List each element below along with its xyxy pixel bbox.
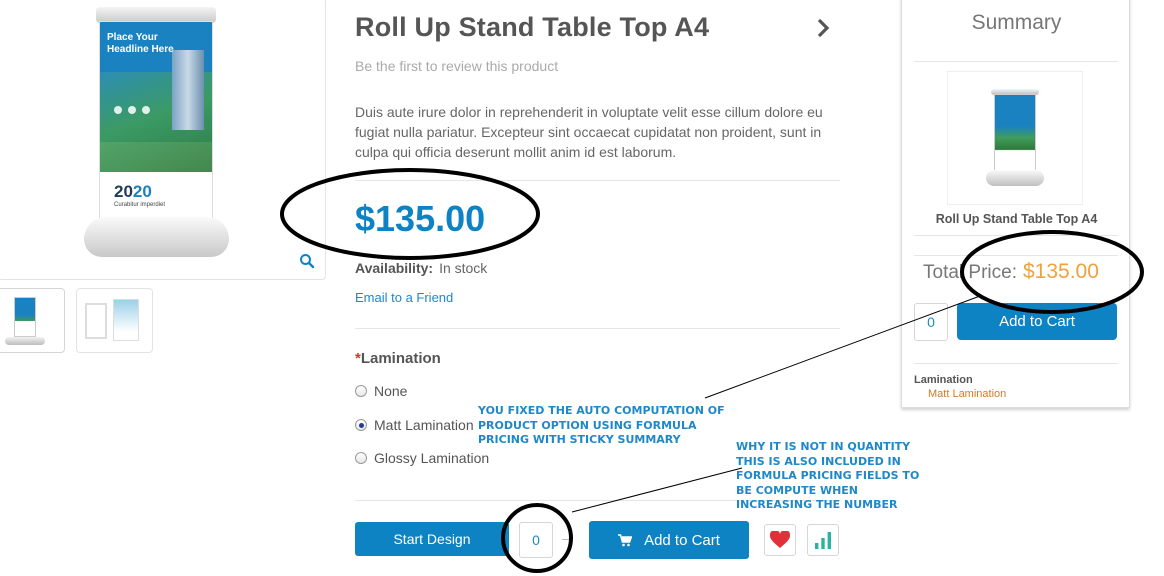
lamination-option-none[interactable]: None — [355, 383, 407, 399]
review-link[interactable]: Be the first to review this product — [355, 58, 558, 74]
lamination-title: *Lamination — [355, 350, 441, 367]
availability: Availability: In stock — [355, 260, 487, 276]
annotation-pointer-line — [571, 467, 743, 513]
annotation-note-1: YOU FIXED THE AUTO COMPUTATION OF PRODUC… — [478, 404, 725, 446]
summary-product-image — [947, 71, 1083, 205]
thumbnail-1[interactable] — [0, 288, 65, 353]
lamination-option-glossy[interactable]: Glossy Lamination — [355, 450, 489, 466]
annotation-note-2: WHY IT IS NOT IN QUANTITY THIS IS ALSO I… — [736, 440, 920, 511]
banner-base — [84, 217, 229, 257]
banner-body: Place Your Headline Here 2020 Curabitur … — [99, 21, 213, 231]
divider — [914, 363, 1118, 364]
product-price: $135.00 — [355, 198, 486, 239]
bar-chart-icon — [815, 532, 831, 549]
summary-option-label: Lamination — [914, 374, 973, 386]
zoom-icon[interactable] — [299, 253, 315, 269]
start-design-button[interactable]: Start Design — [355, 522, 509, 556]
banner-headline: Place Your Headline Here — [107, 32, 174, 55]
summary-quantity-input[interactable]: 0 — [914, 303, 948, 341]
lamination-option-matt[interactable]: Matt Lamination — [355, 417, 474, 433]
summary-add-to-cart-button[interactable]: Add to Cart — [957, 303, 1117, 340]
cart-icon — [618, 533, 633, 546]
summary-total-value: $135.00 — [1022, 260, 1099, 283]
radio-button[interactable] — [355, 385, 367, 397]
summary-title: Summary — [971, 11, 1062, 34]
add-to-cart-button[interactable]: Add to Cart — [589, 521, 749, 559]
summary-option-value: Matt Lamination — [928, 388, 1007, 400]
compare-button[interactable] — [807, 524, 839, 556]
product-description: Duis aute irure dolor in reprehenderit i… — [355, 104, 823, 160]
divider — [914, 255, 1118, 256]
radio-button-checked[interactable] — [355, 419, 367, 431]
availability-value: In stock — [439, 260, 488, 276]
radio-button[interactable] — [355, 452, 367, 464]
email-friend-link[interactable]: Email to a Friend — [355, 290, 453, 305]
product-title: Roll Up Stand Table Top A4 — [355, 12, 710, 42]
availability-label: Availability: — [355, 260, 434, 276]
banner-year: 2020 — [114, 182, 152, 201]
divider — [355, 328, 840, 329]
divider — [914, 235, 1118, 236]
divider — [914, 61, 1118, 62]
chevron-right-icon[interactable] — [815, 16, 833, 40]
quantity-separator — [562, 539, 572, 540]
divider — [355, 180, 840, 181]
thumbnail-2[interactable] — [76, 288, 153, 353]
summary-total-price: Total Price: $135.00 — [923, 260, 1099, 283]
roll-up-banner-illustration: Place Your Headline Here 2020 Curabitur … — [84, 7, 229, 267]
main-product-image[interactable]: Place Your Headline Here 2020 Curabitur … — [0, 0, 326, 280]
wishlist-button[interactable] — [764, 524, 796, 556]
quantity-input[interactable]: 0 — [519, 522, 553, 558]
summary-product-name: Roll Up Stand Table Top A4 — [935, 212, 1098, 226]
banner-subtitle: Curabitur imperdiet — [114, 202, 166, 208]
heart-icon — [770, 531, 790, 548]
summary-panel: Summary Roll Up Stand Table Top A4 Total… — [901, 0, 1130, 408]
